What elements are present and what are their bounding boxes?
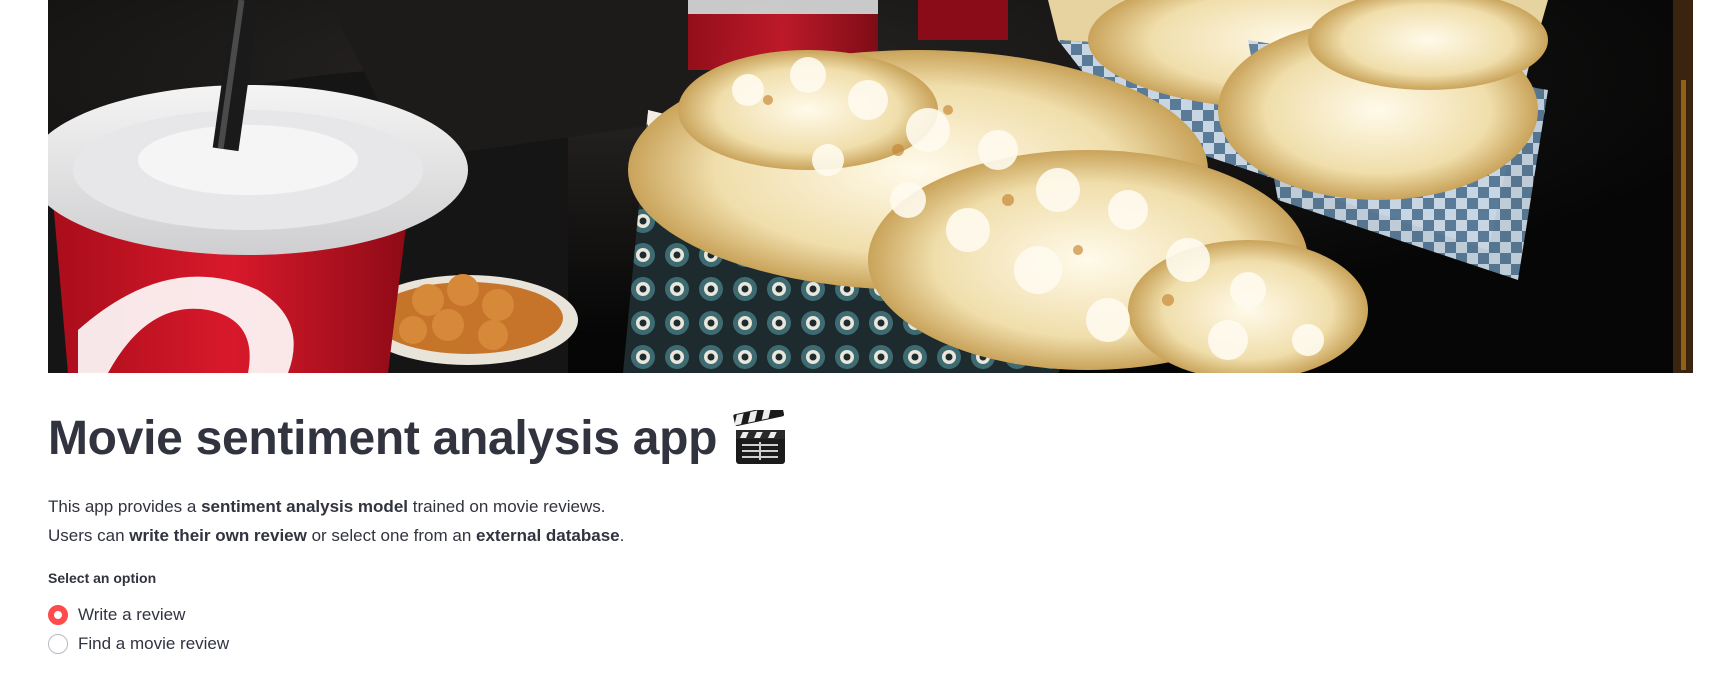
radio-option-write-review[interactable]: Write a review bbox=[48, 600, 229, 629]
description-text: This app provides a bbox=[48, 497, 202, 516]
radio-option-find-review[interactable]: Find a movie review bbox=[48, 629, 229, 658]
description-bold-text: sentiment analysis model bbox=[201, 497, 408, 516]
page-title-text: Movie sentiment analysis app bbox=[48, 411, 718, 465]
description-text: or select one from an bbox=[306, 526, 476, 545]
radio-group-label: Select an option bbox=[48, 570, 157, 586]
description-line-1: This app provides a sentiment analysis m… bbox=[48, 492, 624, 521]
option-radio-group: Write a review Find a movie review bbox=[48, 600, 229, 658]
radio-option-label: Write a review bbox=[78, 604, 186, 624]
hero-banner-image bbox=[48, 0, 1693, 373]
radio-option-label: Find a movie review bbox=[78, 633, 230, 653]
app-description: This app provides a sentiment analysis m… bbox=[48, 492, 624, 550]
description-bold-text: external database bbox=[476, 526, 620, 545]
description-text: trained on movie reviews. bbox=[408, 497, 606, 516]
page-title: Movie sentiment analysis app bbox=[48, 404, 787, 466]
radio-unchecked-icon[interactable] bbox=[48, 633, 68, 654]
app-page: Movie sentiment analysis app This app pr… bbox=[0, 0, 1730, 687]
clapper-board-icon bbox=[733, 404, 787, 466]
description-text: . bbox=[619, 526, 625, 545]
description-line-2: Users can write their own review or sele… bbox=[48, 521, 624, 550]
description-bold-text: write their own review bbox=[129, 526, 307, 545]
radio-checked-icon[interactable] bbox=[48, 604, 68, 625]
description-text: Users can bbox=[48, 526, 130, 545]
